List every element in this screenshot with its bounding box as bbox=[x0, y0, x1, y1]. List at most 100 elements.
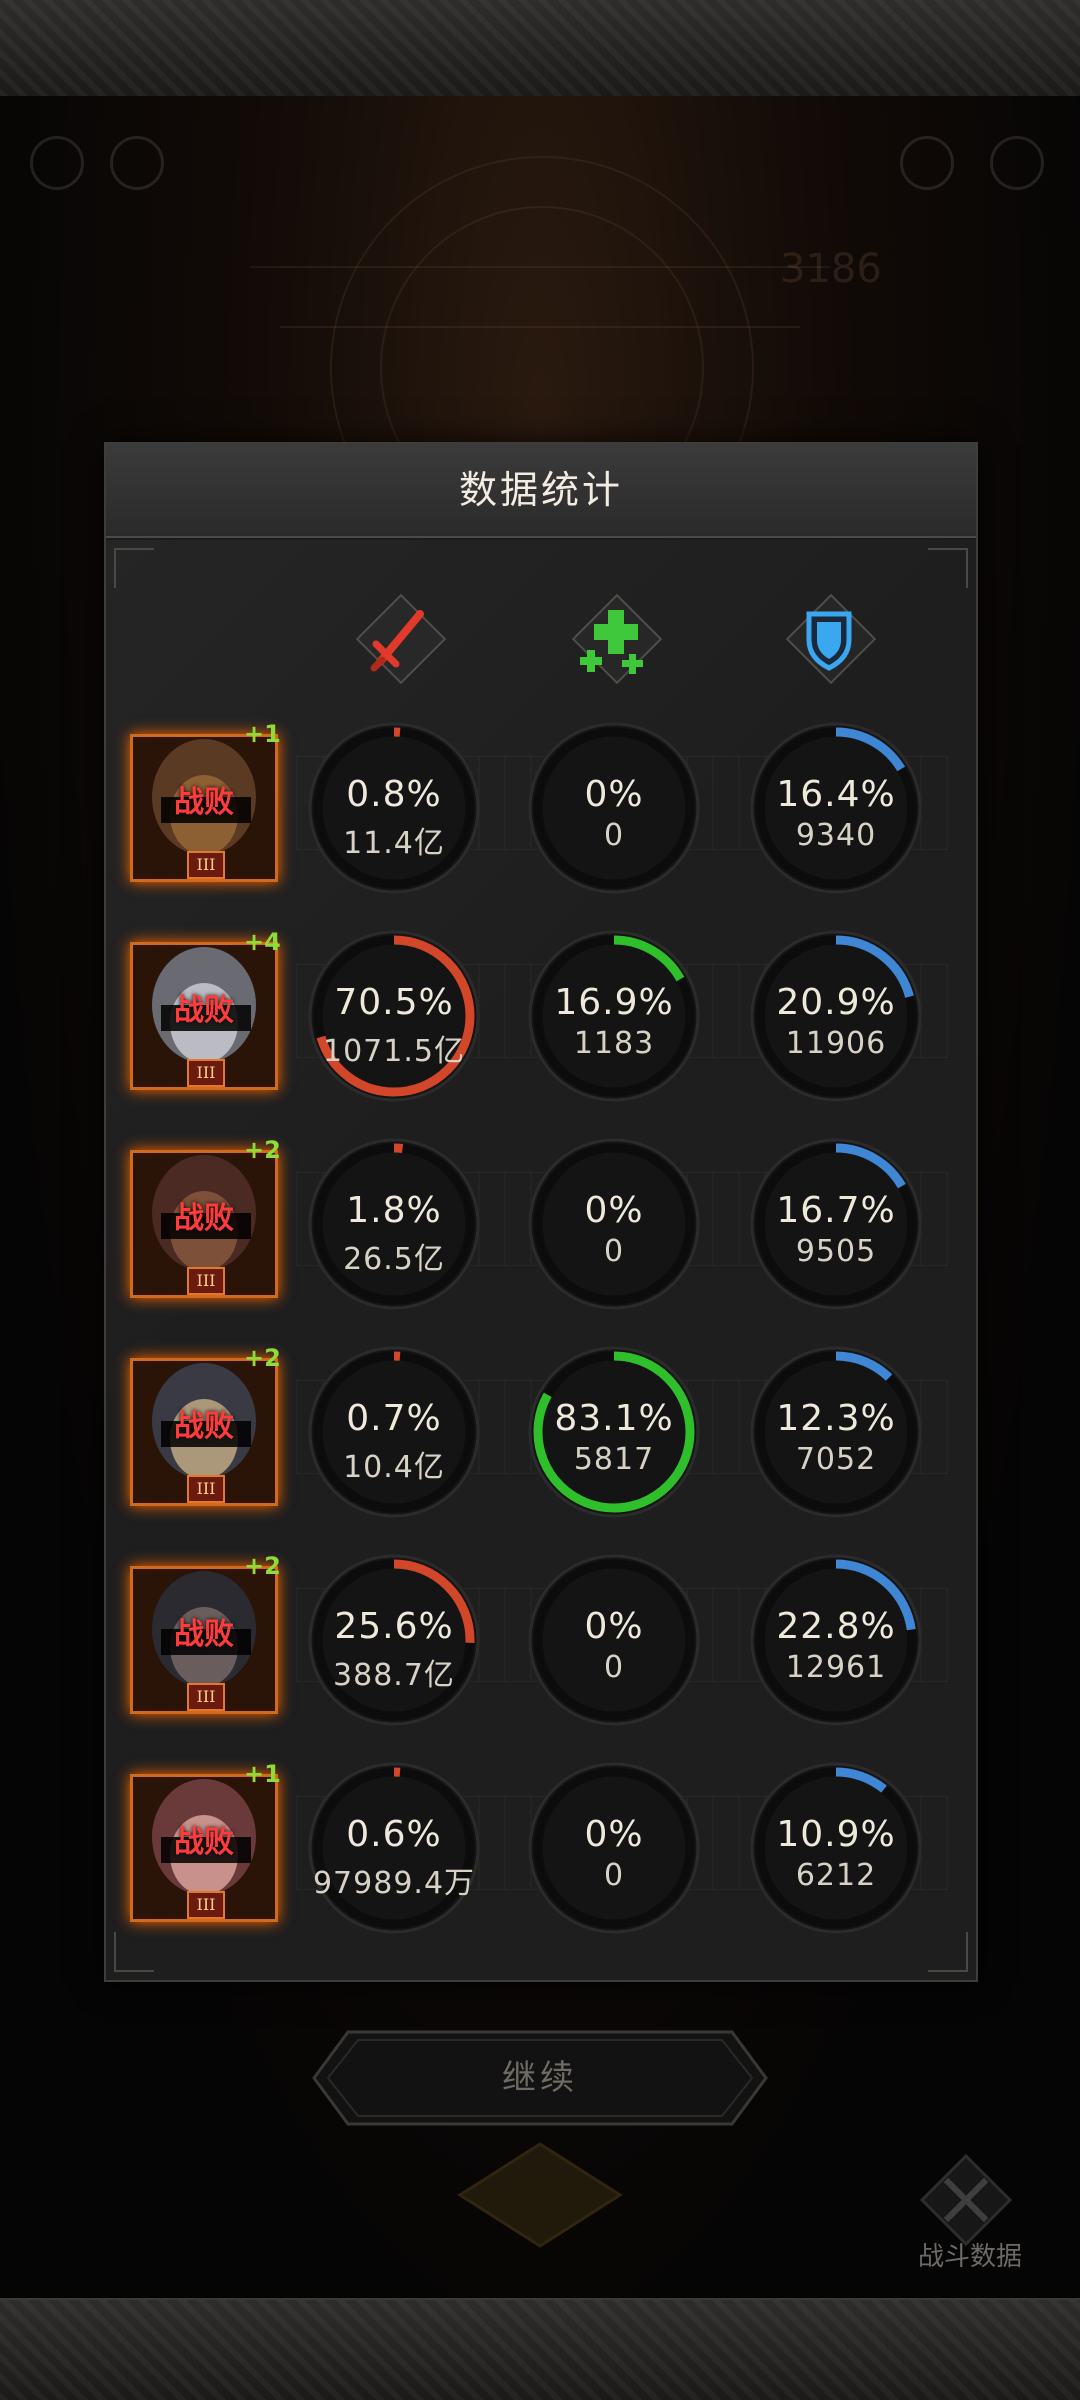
stat-value: 9340 bbox=[795, 818, 877, 853]
rank-badge: III bbox=[187, 1475, 225, 1503]
rank-badge: III bbox=[187, 851, 225, 879]
heal-column-header bbox=[570, 592, 663, 685]
rank-badge: III bbox=[187, 1059, 225, 1087]
star-level-badge: +2 bbox=[244, 1136, 281, 1164]
stat-value: 0 bbox=[603, 1234, 625, 1269]
share-percent: 16.9% bbox=[554, 982, 674, 1023]
hero-avatar[interactable]: 战败 III bbox=[130, 1774, 278, 1922]
heal-ring: 0% 0 bbox=[526, 1760, 702, 1936]
stat-value: 0 bbox=[603, 1858, 625, 1893]
damage-ring: 25.6% 388.7亿 bbox=[306, 1552, 482, 1728]
stat-value: 1183 bbox=[573, 1026, 655, 1061]
share-percent: 10.9% bbox=[776, 1814, 896, 1855]
damage-ring: 0.7% 10.4亿 bbox=[306, 1344, 482, 1520]
star-level-badge: +2 bbox=[244, 1552, 281, 1580]
defeat-label: 战败 bbox=[174, 993, 234, 1028]
share-percent: 25.6% bbox=[334, 1606, 454, 1647]
stat-value: 388.7亿 bbox=[333, 1658, 455, 1693]
corner-ornament bbox=[114, 548, 154, 588]
table-row: 战败 III +4 70.5% 1071.5亿 16.9% 1183 20.9% 11906 bbox=[106, 914, 976, 1114]
share-percent: 0.7% bbox=[346, 1398, 442, 1439]
stat-value: 11906 bbox=[785, 1026, 887, 1061]
rank-badge: III bbox=[187, 1267, 225, 1295]
top-frame bbox=[0, 0, 1080, 98]
tank-ring: 20.9% 11906 bbox=[748, 928, 924, 1104]
tank-ring: 12.3% 7052 bbox=[748, 1344, 924, 1520]
stat-value: 97989.4万 bbox=[312, 1866, 476, 1901]
table-row: 战败 III +1 0.6% 97989.4万 0% 0 10.9% 6212 bbox=[106, 1746, 976, 1946]
data-statistics-panel: 数据统计 战败III+10.8%11.4亿0%016.4%934 bbox=[104, 442, 978, 1982]
star-level-badge: +1 bbox=[244, 720, 281, 748]
share-percent: 0.6% bbox=[346, 1814, 442, 1855]
share-percent: 16.4% bbox=[776, 774, 896, 815]
heal-ring: 83.1% 5817 bbox=[526, 1344, 702, 1520]
battle-data-button[interactable]: 战斗数据 bbox=[900, 2150, 1040, 2272]
panel-header: 数据统计 bbox=[106, 444, 976, 538]
heal-ring: 0% 0 bbox=[526, 1136, 702, 1312]
share-percent: 0% bbox=[584, 1190, 644, 1231]
table-row: 战败 III +1 0.8% 11.4亿 0% 0 16.4% 9340 bbox=[106, 706, 976, 906]
damage-ring: 0.8% 11.4亿 bbox=[306, 720, 482, 896]
share-percent: 0% bbox=[584, 1814, 644, 1855]
rank-badge: III bbox=[187, 1683, 225, 1711]
emblem-icon bbox=[457, 2142, 623, 2248]
stat-value: 11.4亿 bbox=[343, 826, 445, 861]
tank-ring: 16.4% 9340 bbox=[748, 720, 924, 896]
share-percent: 1.8% bbox=[346, 1190, 442, 1231]
stat-value: 0 bbox=[603, 1650, 625, 1685]
table-row: 战败 III +2 1.8% 26.5亿 0% 0 16.7% 9505 bbox=[106, 1122, 976, 1322]
hero-avatar[interactable]: 战败 III bbox=[130, 1566, 278, 1714]
hero-avatar[interactable]: 战败 III bbox=[130, 1358, 278, 1506]
heal-ring: 0% 0 bbox=[526, 720, 702, 896]
share-percent: 0% bbox=[584, 1606, 644, 1647]
bottom-frame bbox=[0, 2298, 1080, 2400]
heal-ring: 16.9% 1183 bbox=[526, 928, 702, 1104]
share-percent: 22.8% bbox=[776, 1606, 896, 1647]
hero-avatar[interactable]: 战败 III bbox=[130, 942, 278, 1090]
stat-value: 26.5亿 bbox=[343, 1242, 445, 1277]
defeat-label: 战败 bbox=[174, 1617, 234, 1652]
hero-avatar[interactable]: 战败 III bbox=[130, 734, 278, 882]
defeat-label: 战败 bbox=[174, 785, 234, 820]
share-percent: 70.5% bbox=[334, 982, 454, 1023]
star-level-badge: +1 bbox=[244, 1760, 281, 1788]
stat-value: 1071.5亿 bbox=[323, 1034, 465, 1069]
damage-column-header bbox=[354, 592, 447, 685]
star-level-badge: +4 bbox=[244, 928, 281, 956]
shield-icon bbox=[806, 611, 852, 671]
stat-value: 10.4亿 bbox=[343, 1450, 445, 1485]
share-percent: 20.9% bbox=[776, 982, 896, 1023]
stat-value: 9505 bbox=[795, 1234, 877, 1269]
stat-value: 0 bbox=[603, 818, 625, 853]
defeat-label: 战败 bbox=[174, 1201, 234, 1236]
damage-ring: 0.6% 97989.4万 bbox=[306, 1760, 482, 1936]
share-percent: 16.7% bbox=[776, 1190, 896, 1231]
heal-cross-icon bbox=[580, 610, 643, 674]
rank-badge: III bbox=[187, 1891, 225, 1919]
stat-value: 7052 bbox=[795, 1442, 877, 1477]
share-percent: 0.8% bbox=[346, 774, 442, 815]
stat-value: 12961 bbox=[785, 1650, 887, 1685]
share-percent: 83.1% bbox=[554, 1398, 674, 1439]
tank-ring: 22.8% 12961 bbox=[748, 1552, 924, 1728]
continue-button[interactable]: 继续 bbox=[308, 2026, 772, 2130]
share-percent: 12.3% bbox=[776, 1398, 896, 1439]
stat-value: 6212 bbox=[795, 1858, 877, 1893]
tank-ring: 10.9% 6212 bbox=[748, 1760, 924, 1936]
tank-ring: 16.7% 9505 bbox=[748, 1136, 924, 1312]
star-level-badge: +2 bbox=[244, 1344, 281, 1372]
sword-icon bbox=[370, 610, 424, 672]
corner-ornament bbox=[928, 548, 968, 588]
hero-avatar[interactable]: 战败 III bbox=[130, 1150, 278, 1298]
defeat-label: 战败 bbox=[174, 1409, 234, 1444]
continue-button-label: 继续 bbox=[502, 2058, 578, 2098]
table-row: 战败 III +2 0.7% 10.4亿 83.1% 5817 12.3% 7052 bbox=[106, 1330, 976, 1530]
defeat-label: 战败 bbox=[174, 1825, 234, 1860]
crossed-swords-icon bbox=[919, 2153, 1013, 2247]
damage-ring: 1.8% 26.5亿 bbox=[306, 1136, 482, 1312]
panel-title: 数据统计 bbox=[458, 468, 623, 512]
battle-data-label: 战斗数据 bbox=[917, 2242, 1022, 2272]
share-percent: 0% bbox=[584, 774, 644, 815]
damage-ring: 70.5% 1071.5亿 bbox=[306, 928, 482, 1104]
heal-ring: 0% 0 bbox=[526, 1552, 702, 1728]
